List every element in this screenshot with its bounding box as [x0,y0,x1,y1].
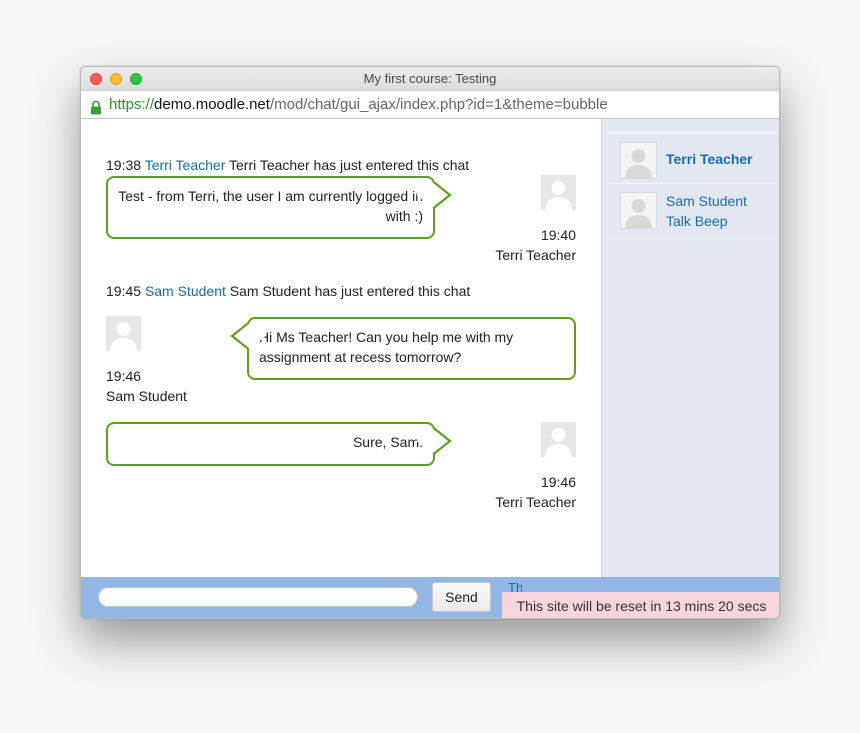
user-actions: Talk Beep [666,211,728,231]
page-url[interactable]: https://demo.moodle.net/mod/chat/gui_aja… [109,91,608,118]
message-sender: Terri Teacher [495,247,576,263]
user-name-link[interactable]: Sam Student [666,191,747,211]
window-title: My first course: Testing [363,71,497,86]
message-sender: Terri Teacher [495,494,576,510]
user-link[interactable]: Terri Teacher [145,157,226,173]
message-bubble: Hi Ms Teacher! Can you help me with my a… [247,317,576,380]
message-input[interactable] [98,587,418,607]
browser-window: My first course: Testing https://demo.mo… [80,66,780,619]
message-bubble: Test - from Terri, the user I am current… [106,176,435,239]
lock-icon [90,97,102,115]
address-bar[interactable]: https://demo.moodle.net/mod/chat/gui_aja… [81,90,779,119]
message-sender: Sam Student [106,388,187,404]
system-message: 19:38 Terri Teacher Terri Teacher has ju… [106,157,470,173]
user-list-item: Sam Student Talk Beep [608,183,776,238]
close-window-icon[interactable] [90,73,102,85]
zoom-window-icon[interactable] [130,73,142,85]
minimize-window-icon[interactable] [110,73,122,85]
message-time: 19:46 [540,474,576,490]
users-list: Terri Teacher Sam Student Talk Beep [601,119,779,577]
chat-page: 19:38 Terri Teacher Terri Teacher has ju… [81,119,779,618]
message-time: 19:40 [540,227,576,243]
beep-link[interactable]: Beep [695,213,728,229]
message-meta: 19:46 Terri Teacher [495,472,576,512]
message-input-bar: Send Th This site will be reset in 13 mi… [81,577,779,618]
message-time: 19:46 [106,368,142,384]
user-name-link[interactable]: Terri Teacher [666,149,753,169]
message-meta: 19:40 Terri Teacher [495,225,576,265]
messages-pane: 19:38 Terri Teacher Terri Teacher has ju… [81,119,601,577]
user-link[interactable]: Sam Student [145,283,226,299]
message-bubble: Sure, Sam. [106,422,435,466]
user-list-item: Terri Teacher [608,133,776,183]
user-avatar [620,142,657,179]
user-avatar [620,192,657,229]
user-avatar [541,175,576,210]
talk-link[interactable]: Talk [666,213,691,229]
title-bar: My first course: Testing [81,67,779,90]
message-meta: 19:46 Sam Student [106,366,187,406]
site-reset-notice: This site will be reset in 13 mins 20 se… [502,592,779,618]
system-message: 19:45 Sam Student Sam Student has just e… [106,283,471,299]
send-button[interactable]: Send [432,582,491,612]
user-avatar [106,316,141,351]
user-avatar [541,422,576,457]
